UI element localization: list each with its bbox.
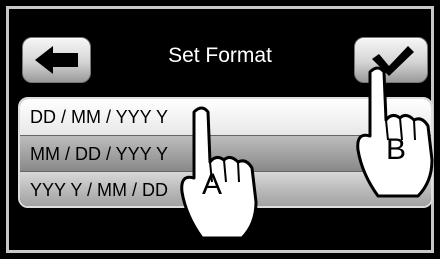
page-title: Set Format xyxy=(168,44,272,67)
device-screen: Set Format DD / MM / YYY Y MM / DD / YYY… xyxy=(0,0,440,259)
arrow-left-icon xyxy=(35,46,78,74)
callout-b-label: B xyxy=(386,133,407,166)
callout-a-label: A xyxy=(202,168,223,201)
back-button[interactable] xyxy=(22,37,91,83)
